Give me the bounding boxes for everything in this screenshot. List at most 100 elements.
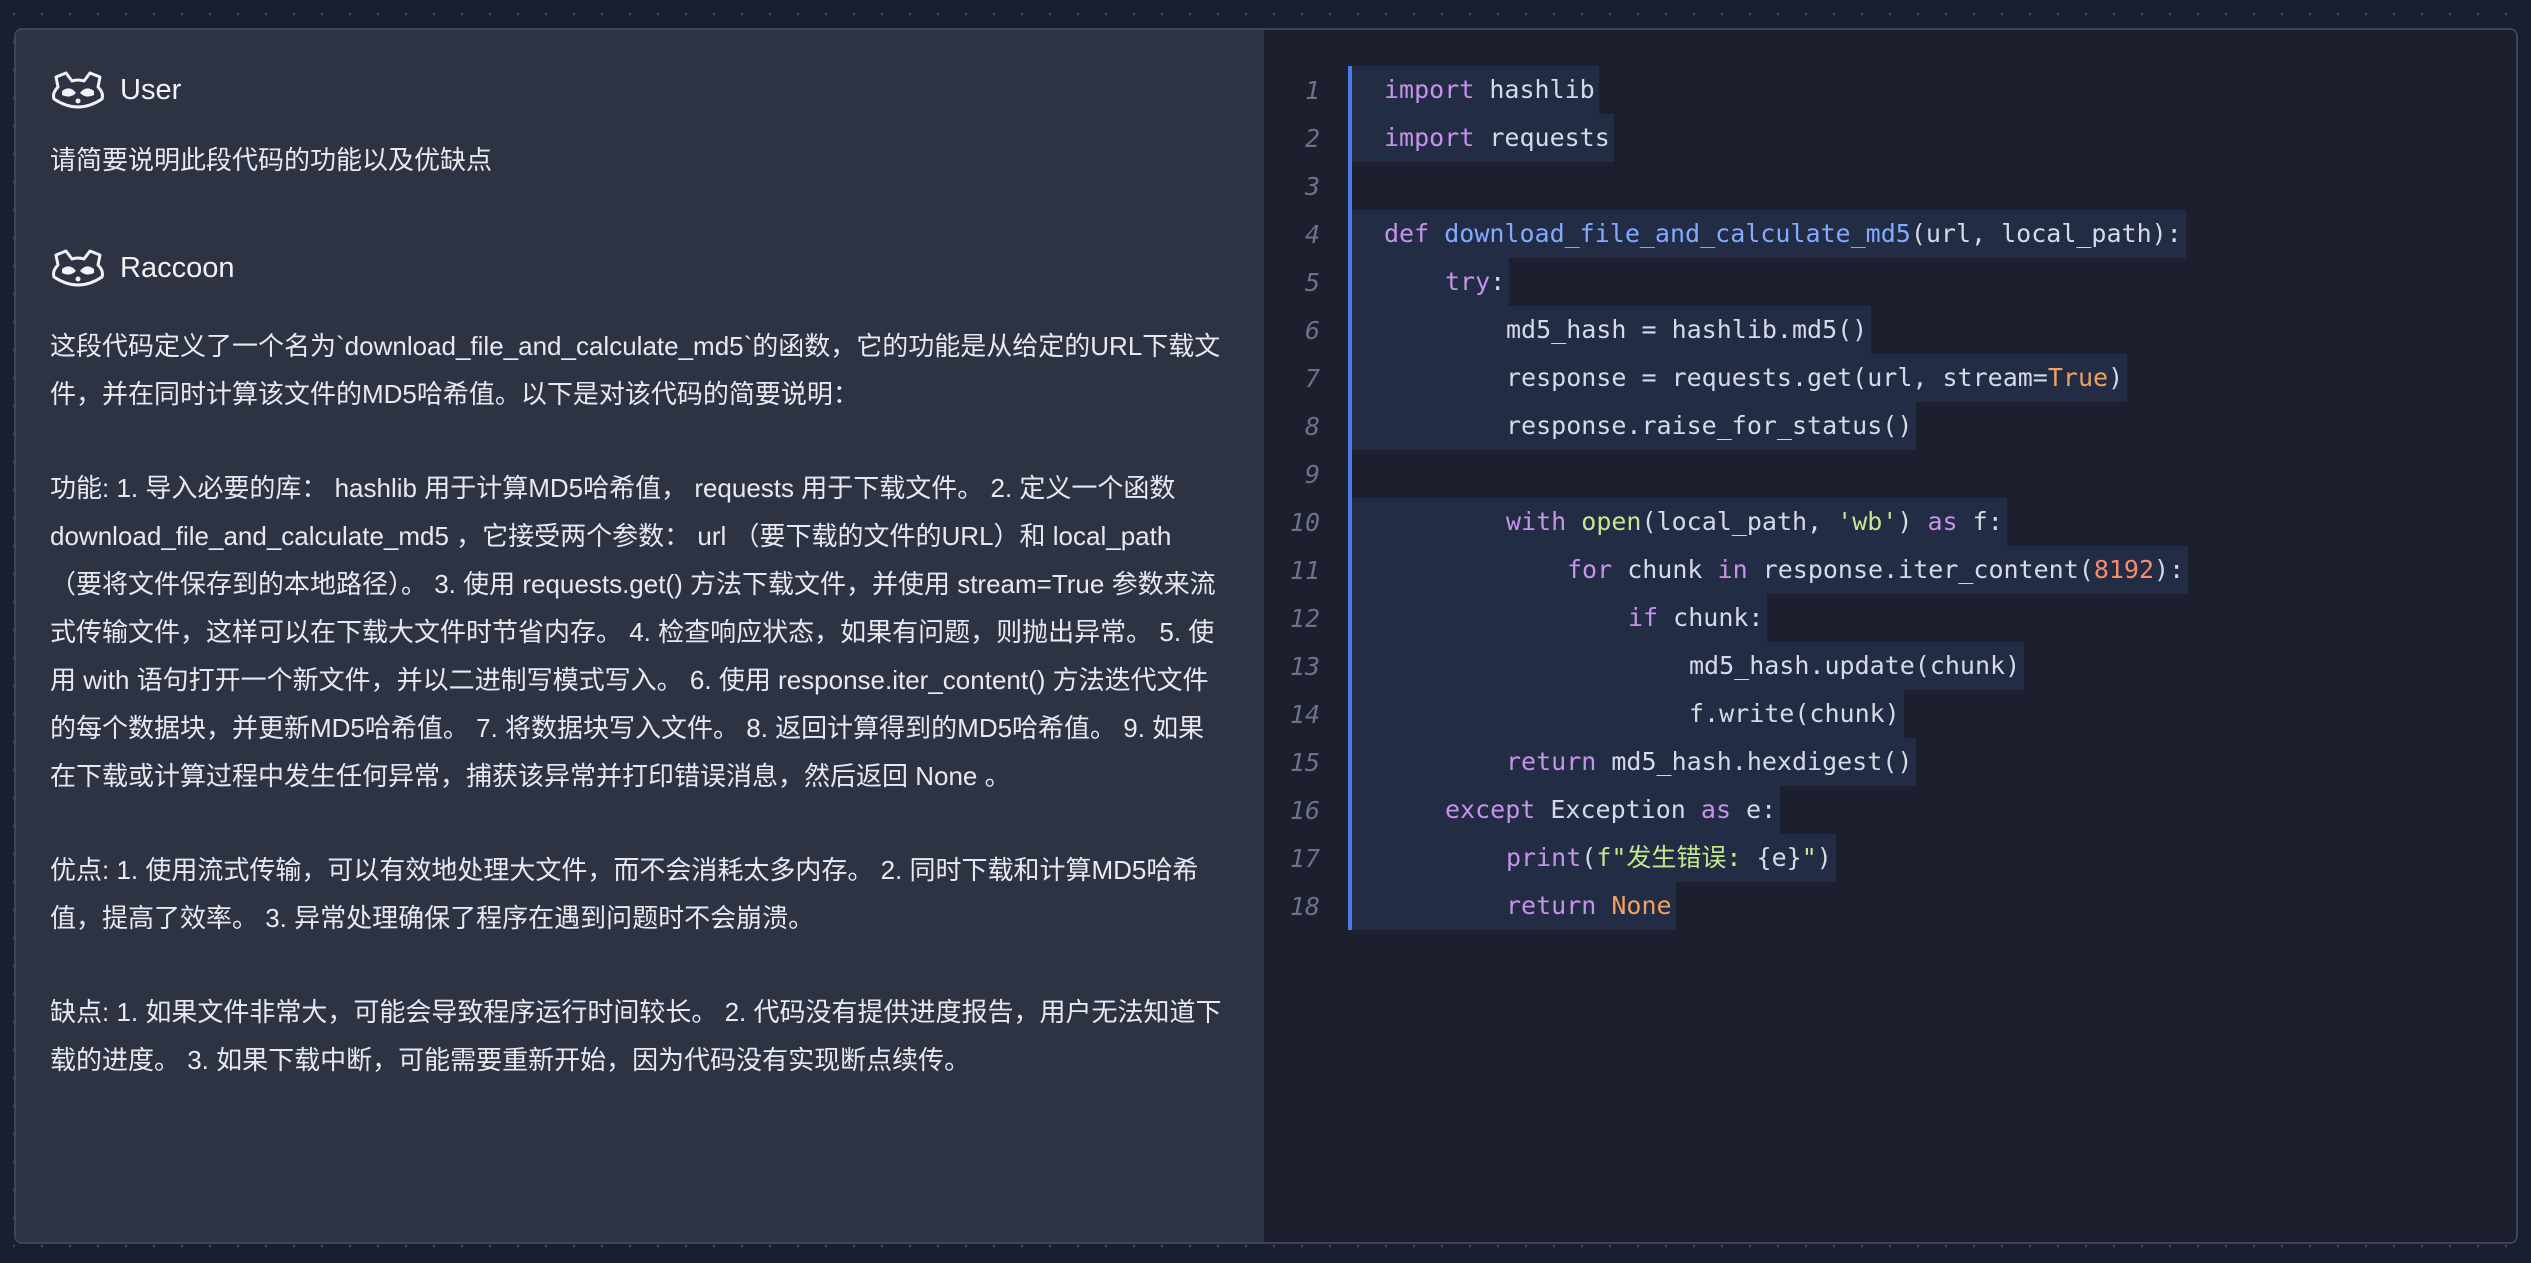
code-text: return None [1352, 882, 1676, 930]
code-viewer[interactable]: 1 import hashlib 2 import requests 3 4 def dow… [1264, 30, 2516, 1242]
code-token: try [1445, 267, 1491, 296]
code-text: with open(local_path, 'wb') as f: [1352, 498, 2007, 546]
code-token: except [1445, 795, 1536, 824]
user-message-text: 请简要说明此段代码的功能以及优缺点 [50, 145, 493, 175]
line-number: 13 [1289, 651, 1320, 681]
line-number: 10 [1289, 507, 1320, 537]
code-text: import hashlib [1352, 66, 1599, 114]
code-token: e: [1731, 795, 1777, 824]
raccoon-icon [50, 248, 106, 288]
code-line: 13 md5_hash.update(chunk) [1264, 642, 2188, 690]
code-line: 18 return None [1264, 882, 2188, 930]
code-token: as [1700, 795, 1731, 824]
code-token: return [1506, 891, 1597, 920]
code-line: 6 md5_hash = hashlib.md5() [1264, 306, 2188, 354]
code-token: chunk [1612, 555, 1718, 584]
line-number: 8 [1304, 411, 1320, 441]
code-token: {e} [1756, 843, 1802, 872]
code-line: 10 with open(local_path, 'wb') as f: [1264, 498, 2188, 546]
line-number: 15 [1289, 747, 1320, 777]
code-token: None [1596, 891, 1672, 920]
code-token: Exception [1535, 795, 1701, 824]
line-number: 5 [1304, 267, 1320, 297]
code-token: md5_hash.hexdigest() [1596, 747, 1913, 776]
code-token: f"发生错误: [1596, 843, 1757, 872]
chat-panel: User 请简要说明此段代码的功能以及优缺点 Raccoon 这段代码定义了一个… [16, 30, 1264, 1242]
code-token: response.iter_content( [1747, 555, 2094, 584]
code-line: 5 try: [1264, 258, 2188, 306]
line-number: 14 [1289, 699, 1320, 729]
line-number: 9 [1304, 459, 1320, 489]
code-text: md5_hash.update(chunk) [1352, 642, 2025, 690]
code-token: ) [1816, 843, 1832, 872]
line-number: 16 [1289, 795, 1320, 825]
code-token: f.write(chunk) [1689, 699, 1900, 728]
line-number: 6 [1304, 315, 1320, 345]
code-token: ( [1581, 843, 1597, 872]
assistant-message-header: Raccoon [50, 240, 1230, 296]
user-name: User [120, 73, 182, 106]
code-line: 7 response = requests.get(url, stream=Tru… [1264, 354, 2188, 402]
line-number: 3 [1304, 171, 1320, 201]
assistant-paragraph-cons: 缺点: 1. 如果文件非常大，可能会导致程序运行时间较长。 2. 代码没有提供进… [50, 997, 1222, 1075]
line-number: 7 [1304, 363, 1320, 393]
code-text: import requests [1352, 114, 1614, 162]
code-token: ): [2154, 555, 2185, 584]
raccoon-icon [50, 70, 106, 110]
code-line: 12 if chunk: [1264, 594, 2188, 642]
line-number: 2 [1304, 123, 1320, 153]
code-text: f.write(chunk) [1352, 690, 1904, 738]
code-token: response.raise_for_status() [1506, 411, 1913, 440]
code-text: print(f"发生错误: {e}") [1352, 834, 1836, 882]
code-text: for chunk in response.iter_content(8192)… [1352, 546, 2189, 594]
code-token: md5_hash = hashlib.md5() [1506, 315, 1868, 344]
assistant-paragraph-pros: 优点: 1. 使用流式传输，可以有效地处理大文件，而不会消耗太多内存。 2. 同… [50, 855, 1199, 933]
code-token: hashlib [1489, 75, 1595, 104]
code-line: 3 [1264, 162, 2188, 210]
code-token: : [1490, 267, 1506, 296]
code-line: 8 response.raise_for_status() [1264, 402, 2188, 450]
code-line: 9 [1264, 450, 2188, 498]
code-token: def [1384, 219, 1445, 248]
code-line: 14 f.write(chunk) [1264, 690, 2188, 738]
code-token: True [2047, 363, 2109, 392]
line-number: 11 [1289, 555, 1320, 585]
code-token: print [1506, 843, 1582, 872]
code-line: 4 def download_file_and_calculate_md5(url… [1264, 210, 2188, 258]
code-token: requests [1489, 123, 1610, 152]
app-window: User 请简要说明此段代码的功能以及优缺点 Raccoon 这段代码定义了一个… [14, 28, 2518, 1244]
code-token: chunk: [1658, 603, 1764, 632]
user-message-header: User [50, 62, 1230, 118]
line-number: 12 [1289, 603, 1320, 633]
code-token: response = requests.get(url, stream= [1506, 363, 2048, 392]
line-number: 18 [1289, 891, 1320, 921]
code-line: 17 print(f"发生错误: {e}") [1264, 834, 2188, 882]
line-number: 17 [1289, 843, 1320, 873]
code-lines: 1 import hashlib 2 import requests 3 4 def dow… [1264, 66, 2189, 930]
code-token: 8192 [2093, 555, 2155, 584]
code-token: with [1506, 507, 1582, 536]
code-token: 'wb' [1837, 507, 1898, 536]
line-number: 1 [1304, 75, 1320, 105]
code-token: as [1927, 507, 1958, 536]
code-text: return md5_hash.hexdigest() [1352, 738, 1917, 786]
code-token: open [1581, 507, 1642, 536]
code-token: for [1567, 555, 1613, 584]
code-line: 1 import hashlib [1264, 66, 2188, 114]
code-text: response = requests.get(url, stream=True… [1352, 354, 2128, 402]
code-token: in [1717, 555, 1748, 584]
code-line: 15 return md5_hash.hexdigest() [1264, 738, 2188, 786]
code-line: 11 for chunk in response.iter_content(819… [1264, 546, 2189, 594]
code-text: try: [1352, 258, 1510, 306]
code-token: (url, local_path): [1910, 219, 2182, 248]
assistant-paragraph-features: 功能: 1. 导入必要的库： hashlib 用于计算MD5哈希值， reque… [50, 473, 1216, 791]
code-text: except Exception as e: [1352, 786, 1781, 834]
assistant-paragraph-intro: 这段代码定义了一个名为`download_file_and_calculate_… [50, 331, 1221, 409]
assistant-name: Raccoon [120, 251, 235, 284]
code-token: md5_hash.update(chunk) [1689, 651, 2021, 680]
code-line: 16 except Exception as e: [1264, 786, 2188, 834]
code-line: 2 import requests [1264, 114, 2188, 162]
line-number: 4 [1304, 219, 1320, 249]
